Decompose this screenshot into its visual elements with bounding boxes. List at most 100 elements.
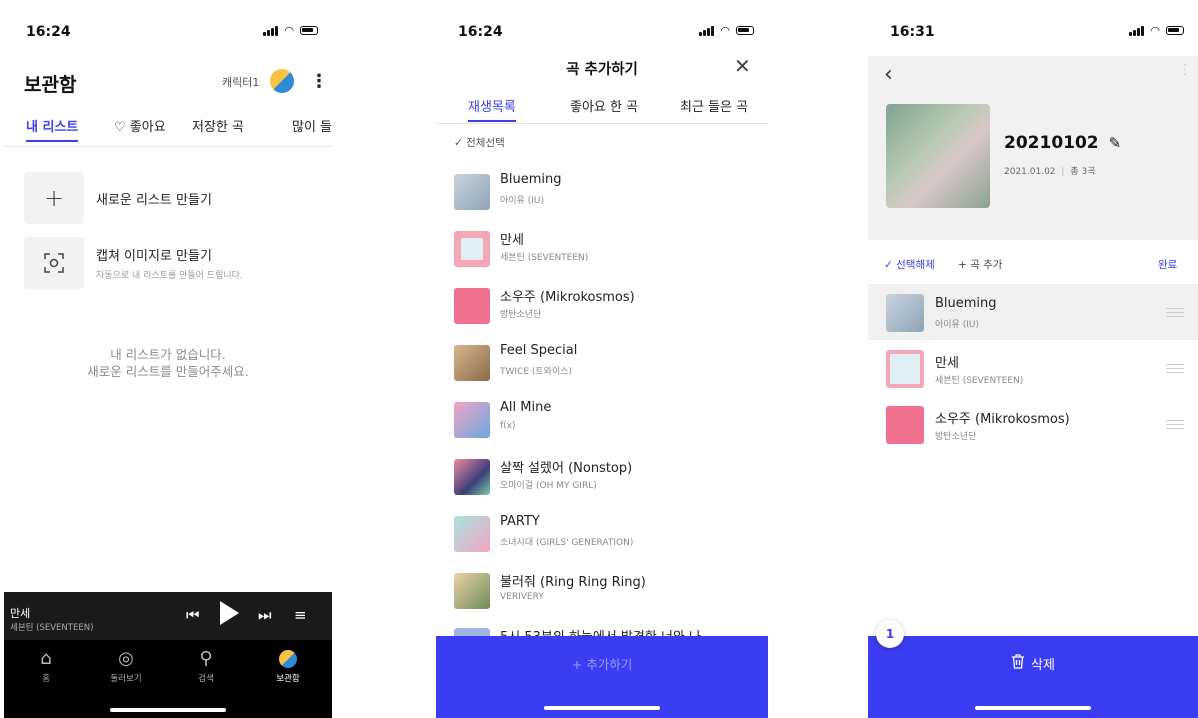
nav-search-label: 검색 xyxy=(198,674,214,684)
song-row[interactable]: Blueming 아이유 (IU) xyxy=(454,172,754,222)
previous-icon[interactable]: ⏮ xyxy=(186,606,200,624)
song-row[interactable]: 살짝 설렜어 (Nonstop) 오마이걸 (OH MY GIRL) xyxy=(454,457,754,507)
library-tabs: 내 리스트 ♡ 좋아요 저장한 곡 많이 들 xyxy=(4,116,332,147)
disc-icon: ◎ xyxy=(118,648,134,669)
song-artist: 방탄소년단 xyxy=(500,310,542,320)
drag-handle-icon[interactable] xyxy=(1166,364,1184,373)
heart-icon: ♡ xyxy=(114,120,130,135)
album-art xyxy=(454,573,490,609)
home-indicator xyxy=(544,706,660,710)
song-artist: 세븐틴 (SEVENTEEN) xyxy=(935,376,1024,386)
signal-icon xyxy=(1129,25,1145,36)
song-title: 만세 xyxy=(500,233,524,248)
song-artist: TWICE (트와이스) xyxy=(500,367,573,377)
add-song-button[interactable]: + 곡 추가 xyxy=(958,257,1002,272)
library-screen: 16:24 ◠ 보관함 캐릭터1 ⋮ 내 리스트 ♡ 좋아요 저장한 곡 많이 … xyxy=(4,0,332,718)
battery-icon xyxy=(300,26,318,35)
tab-likes[interactable]: ♡ 좋아요 xyxy=(114,116,166,135)
create-list-row[interactable]: + 새로운 리스트 만들기 xyxy=(24,172,212,224)
song-row[interactable]: Blueming 아이유 (IU) xyxy=(868,284,1198,340)
song-row[interactable]: 만세 세븐틴 (SEVENTEEN) xyxy=(454,229,754,279)
tab-saved[interactable]: 저장한 곡 xyxy=(192,116,244,135)
tab-likes-label: 좋아요 xyxy=(129,120,166,135)
song-row[interactable]: 소우주 (Mikrokosmos) 방탄소년단 xyxy=(868,396,1198,452)
home-indicator xyxy=(110,708,226,712)
tab-my-list[interactable]: 내 리스트 xyxy=(26,116,79,142)
done-button[interactable]: 완료 xyxy=(1158,257,1177,272)
tab-recent-songs[interactable]: 최근 들은 곡 xyxy=(680,96,748,115)
playlist-title-row: 20210102 ✎ xyxy=(1004,133,1121,153)
edit-actions: ✓ 선택해제 + 곡 추가 완료 xyxy=(868,240,1198,282)
add-button[interactable]: + 추가하기 xyxy=(436,636,768,718)
song-row[interactable]: 소우주 (Mikrokosmos) 방탄소년단 xyxy=(454,286,754,336)
more-icon[interactable]: ⋮ xyxy=(310,71,328,92)
status-time: 16:24 xyxy=(26,24,71,40)
album-art xyxy=(454,288,490,324)
album-art xyxy=(454,459,490,495)
song-title: 소우주 (Mikrokosmos) xyxy=(935,412,1070,427)
album-art xyxy=(886,406,924,444)
signal-icon xyxy=(699,25,715,36)
battery-icon xyxy=(1166,26,1184,35)
deselect-button[interactable]: ✓ 선택해제 xyxy=(884,257,935,272)
song-title: PARTY xyxy=(500,514,540,529)
song-row[interactable]: All Mine f(x) xyxy=(454,400,754,450)
song-row[interactable]: Feel Special TWICE (트와이스) xyxy=(454,343,754,393)
wifi-icon: ◠ xyxy=(720,24,730,37)
next-icon[interactable]: ⏭ xyxy=(258,606,272,624)
capture-list-desc: 자동으로 내 리스트를 만들어 드립니다. xyxy=(96,271,243,281)
nav-browse[interactable]: ◎ 둘러보기 xyxy=(100,648,152,684)
mini-player-title: 만세 xyxy=(10,607,31,620)
nav-search[interactable]: ⚲ 검색 xyxy=(180,648,232,684)
song-artist: 소녀시대 (GIRLS' GENERATION) xyxy=(500,538,634,548)
song-artist: VERIVERY xyxy=(500,592,544,602)
select-all-checkbox[interactable]: ✓ 전체선택 xyxy=(454,135,505,150)
song-row[interactable]: 불러줘 (Ring Ring Ring) VERIVERY xyxy=(454,571,754,621)
song-artist: 아이유 (IU) xyxy=(500,196,544,206)
playlist-cover xyxy=(886,104,990,208)
home-indicator xyxy=(975,706,1091,710)
add-button-label: + 추가하기 xyxy=(571,657,633,672)
song-row[interactable]: 만세 세븐틴 (SEVENTEEN) xyxy=(868,340,1198,396)
drag-handle-icon[interactable] xyxy=(1166,308,1184,317)
playlist-edit-screen: 16:31 ◠ ‹ ⋮ 20210102 ✎ 2021.01.02 | 총 3곡… xyxy=(868,0,1198,718)
playlist-title: 20210102 xyxy=(1004,133,1099,153)
more-icon[interactable]: ⋮ xyxy=(1178,62,1192,78)
create-list-label: 새로운 리스트 만들기 xyxy=(96,192,212,208)
delete-button[interactable]: 삭제 xyxy=(868,636,1198,718)
song-artist: 아이유 (IU) xyxy=(935,320,979,330)
character-avatar[interactable] xyxy=(270,69,294,93)
wifi-icon: ◠ xyxy=(1150,24,1160,37)
mini-player[interactable]: 만세 세븐틴 (SEVENTEEN) ⏮ ⏭ ≡ xyxy=(4,592,332,640)
drag-handle-icon[interactable] xyxy=(1166,420,1184,429)
status-bar: 16:24 ◠ xyxy=(436,0,768,56)
close-icon[interactable]: ✕ xyxy=(734,54,751,78)
add-songs-screen: 16:24 ◠ 곡 추가하기 ✕ 재생목록 좋아요 한 곡 최근 들은 곡 ✓ … xyxy=(436,0,768,718)
tab-most-played[interactable]: 많이 들 xyxy=(292,116,332,135)
album-art xyxy=(454,174,490,210)
capture-list-row[interactable]: 캡쳐 이미지로 만들기 자동으로 내 리스트를 만들어 드립니다. xyxy=(24,237,243,289)
home-icon: ⌂ xyxy=(40,648,52,669)
source-tabs: 재생목록 좋아요 한 곡 최근 들은 곡 xyxy=(436,96,768,124)
play-icon[interactable] xyxy=(220,601,239,625)
tab-liked-songs[interactable]: 좋아요 한 곡 xyxy=(570,96,638,115)
song-title: 살짝 설렜어 (Nonstop) xyxy=(500,461,633,476)
album-art xyxy=(886,294,924,332)
character-name[interactable]: 캐릭터1 xyxy=(222,74,259,90)
status-bar: 16:24 ◠ xyxy=(4,0,332,56)
nav-library-label: 보관함 xyxy=(276,674,300,684)
empty-state: 내 리스트가 없습니다. 새로운 리스트를 만들어주세요. xyxy=(4,346,332,380)
tab-playlist[interactable]: 재생목록 xyxy=(468,96,516,122)
song-title: Blueming xyxy=(500,172,562,187)
back-icon[interactable]: ‹ xyxy=(884,62,893,87)
song-row[interactable]: PARTY 소녀시대 (GIRLS' GENERATION) xyxy=(454,514,754,564)
song-title: 불러줘 (Ring Ring Ring) xyxy=(500,575,646,590)
playlist-icon[interactable]: ≡ xyxy=(294,606,307,624)
nav-library[interactable]: 보관함 xyxy=(262,648,314,684)
song-title: 소우주 (Mikrokosmos) xyxy=(500,290,635,305)
nav-home[interactable]: ⌂ 홈 xyxy=(20,648,72,684)
edit-pencil-icon[interactable]: ✎ xyxy=(1109,134,1122,152)
empty-text-2: 새로운 리스트를 만들어주세요. xyxy=(87,364,249,379)
empty-text-1: 내 리스트가 없습니다. xyxy=(110,347,226,362)
song-title: All Mine xyxy=(500,400,552,415)
